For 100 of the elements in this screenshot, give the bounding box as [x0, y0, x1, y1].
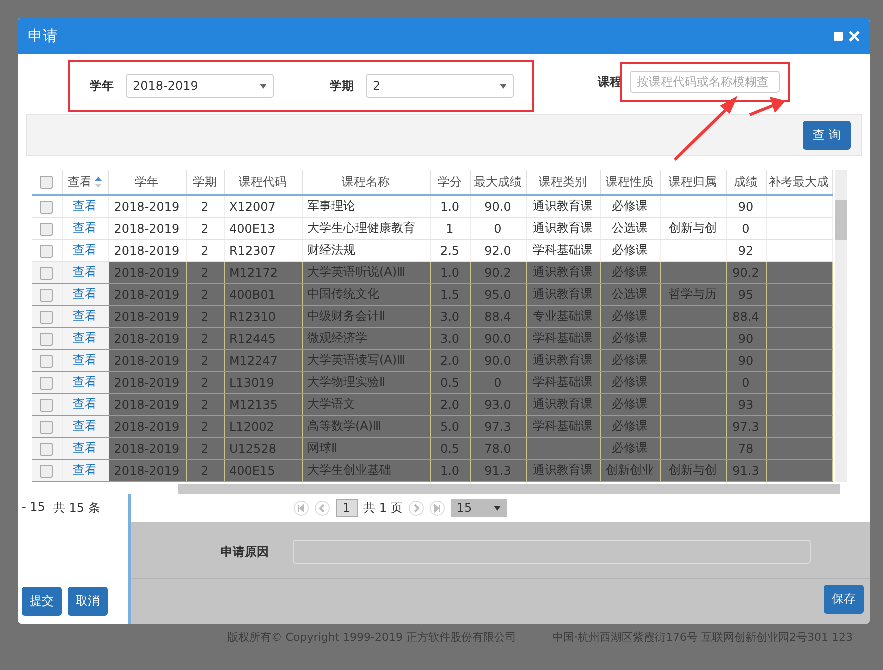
column-header[interactable]: 查看 [62, 170, 108, 195]
total-count: 共 15 条 [53, 500, 100, 517]
course-search-field[interactable]: 按课程代码或名称模糊查 [630, 71, 780, 93]
reason-field[interactable] [293, 540, 811, 564]
year-select[interactable]: 2018-2019 [126, 74, 274, 98]
column-header: 补考最大成 [766, 170, 832, 195]
column-header: 成绩 [726, 170, 766, 195]
table-cell: 大学英语读写(A)Ⅲ [308, 353, 406, 367]
table-cell: 公选课 [612, 287, 648, 301]
row-checkbox[interactable] [40, 266, 54, 280]
select-all-checkbox[interactable] [40, 176, 54, 190]
page-range: - 15 [22, 500, 46, 516]
table-cell: 1 [446, 222, 454, 236]
table-cell: 2018-2019 [114, 420, 180, 434]
table-cell: 88.4 [732, 310, 760, 324]
table-cell: R12307 [230, 244, 276, 258]
table-cell: 必修课 [612, 419, 648, 433]
table-cell: 2 [201, 398, 209, 412]
table-cell: 创新与创 [669, 221, 717, 235]
table-cell: 0 [494, 376, 502, 390]
table-cell: 90.0 [484, 332, 512, 346]
last-page-icon[interactable] [430, 500, 445, 516]
table-cell: 高等数学(A)Ⅲ [308, 419, 382, 433]
table-cell: 必修课 [612, 309, 648, 323]
row-checkbox[interactable] [40, 244, 54, 258]
column-header: 最大成绩 [470, 170, 526, 195]
table-cell: 2 [201, 244, 209, 258]
first-page-icon[interactable] [294, 500, 309, 516]
table-cell: R12445 [230, 332, 276, 346]
row-checkbox[interactable] [40, 332, 54, 346]
year-label: 学年 [90, 78, 114, 94]
sort-icon[interactable] [95, 176, 102, 188]
table-cell: 3.0 [440, 332, 460, 346]
table-cell: 必修课 [612, 353, 648, 367]
table-cell: 90.2 [484, 266, 512, 280]
page-number-field[interactable]: 1 [336, 499, 358, 517]
table-cell: 网球Ⅱ [308, 441, 338, 455]
table-cell: 1.0 [440, 266, 460, 280]
scrollbar[interactable] [834, 170, 846, 482]
table-cell: 中国传统文化 [308, 287, 380, 301]
view-link[interactable]: 查看 [73, 221, 97, 235]
save-button[interactable]: 保存 [824, 585, 864, 614]
query-button[interactable]: 查 询 [803, 120, 851, 150]
dialog-button[interactable]: 提交 [22, 587, 62, 616]
term-label: 学期 [330, 78, 354, 94]
table-cell: 创新创业 [606, 463, 654, 477]
row-checkbox[interactable] [40, 420, 54, 434]
next-page-icon[interactable] [408, 500, 424, 516]
table-cell: 2018-2019 [114, 288, 180, 302]
row-checkbox[interactable] [40, 310, 54, 324]
table-cell: 2018-2019 [114, 442, 180, 456]
row-checkbox[interactable] [40, 442, 54, 456]
dialog-title: 申请 [28, 26, 58, 46]
table-cell: 400E13 [230, 222, 276, 236]
column-header: 课程名称 [302, 170, 430, 195]
table-cell: 大学生心理健康教育 [308, 221, 416, 235]
maximize-icon[interactable] [834, 32, 843, 40]
table-cell: 2 [201, 420, 209, 434]
page-count: 共 1 页 [364, 500, 403, 516]
table-cell: M12247 [230, 354, 278, 368]
row-checkbox[interactable] [40, 222, 54, 236]
table-cell: 0.5 [440, 376, 460, 390]
view-link[interactable]: 查看 [73, 199, 97, 213]
row-checkbox[interactable] [40, 376, 54, 390]
table-cell: 专业基础课 [533, 309, 593, 323]
table-cell: 92 [738, 244, 754, 258]
view-link[interactable]: 查看 [73, 243, 97, 257]
table-cell: 0 [742, 222, 750, 236]
table-cell: M12172 [230, 266, 278, 280]
table-cell: 78 [738, 442, 754, 456]
caret-icon [494, 506, 502, 510]
table-cell: 2018-2019 [114, 310, 180, 324]
table-cell: 必修课 [612, 199, 648, 213]
dialog-button[interactable]: 取消 [68, 587, 108, 616]
table-cell: 军事理论 [308, 199, 356, 213]
row-checkbox[interactable] [40, 464, 54, 478]
table-cell: 2 [201, 222, 209, 236]
scrollbar[interactable] [178, 484, 840, 494]
table-cell: 2.5 [440, 244, 460, 258]
table-cell: 财经法规 [308, 243, 356, 257]
row-checkbox[interactable] [40, 200, 54, 214]
page-size-select[interactable]: 15 [450, 499, 508, 517]
table-cell: 2 [201, 266, 209, 280]
row-checkbox[interactable] [40, 354, 54, 368]
term-select[interactable]: 2 [366, 74, 514, 98]
table-cell: 2018-2019 [114, 200, 180, 214]
prev-page-icon[interactable] [314, 500, 330, 516]
table-cell: 95.0 [484, 288, 512, 302]
row-checkbox[interactable] [40, 398, 54, 412]
table-cell: 2 [201, 310, 209, 324]
row-checkbox[interactable] [40, 288, 54, 302]
table-cell: 大学语文 [308, 397, 356, 411]
table-cell: 400B01 [230, 288, 276, 302]
close-icon[interactable] [849, 30, 860, 42]
table-cell: 必修课 [612, 243, 648, 257]
table-cell: 必修课 [612, 397, 648, 411]
table-cell: 400E15 [230, 464, 276, 478]
table-cell: 哲学与历 [669, 287, 717, 301]
table-cell: 91.3 [732, 464, 760, 478]
table-cell: 必修课 [612, 265, 648, 279]
